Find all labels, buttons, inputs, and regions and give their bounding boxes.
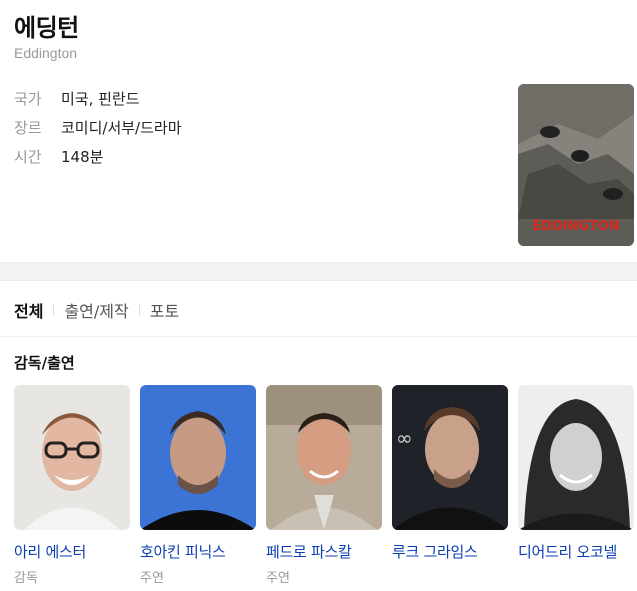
cast-name[interactable]: 루크 그라임스: [392, 541, 508, 562]
cast-role: 주연: [266, 571, 290, 586]
info-value: 코미디/서부/드라마: [61, 119, 182, 137]
movie-original-title: Eddington: [14, 45, 78, 61]
cast-card[interactable]: 아리 에스터 감독: [14, 385, 130, 586]
info-key: 국가: [14, 90, 42, 108]
cast-photo[interactable]: ∞: [392, 385, 508, 530]
cast-photo[interactable]: [14, 385, 130, 530]
section-gap: [0, 262, 637, 281]
tab-divider: [138, 304, 140, 316]
cast-card[interactable]: 디어드리 오코넬: [518, 385, 634, 586]
movie-header: 에딩턴 Eddington 국가 미국, 핀란드 장르 코미디/서부/드라마 시…: [0, 0, 637, 262]
cast-name[interactable]: 페드로 파스칼: [266, 541, 382, 562]
info-value: 미국, 핀란드: [61, 90, 140, 108]
cast-card[interactable]: 호아킨 피닉스 주연: [140, 385, 256, 586]
info-value: 148분: [61, 148, 104, 166]
poster-logo-text: EDDINGTON: [532, 219, 619, 234]
cast-photo[interactable]: [266, 385, 382, 530]
tab-cast-crew[interactable]: 출연/제작: [64, 298, 128, 322]
cast-photo[interactable]: [518, 385, 634, 530]
info-row-genre: 장르 코미디/서부/드라마: [14, 113, 182, 142]
section-title: 감독/출연: [14, 354, 75, 372]
info-key: 시간: [14, 148, 42, 166]
tab-divider: [53, 304, 55, 316]
info-key: 장르: [14, 119, 42, 137]
tab-photos[interactable]: 포토: [150, 298, 179, 322]
info-row-runtime: 시간 148분: [14, 142, 182, 171]
cast-card[interactable]: 페드로 파스칼 주연: [266, 385, 382, 586]
cast-name[interactable]: 디어드리 오코넬: [518, 541, 634, 562]
tab-all[interactable]: 전체: [14, 298, 43, 322]
svg-text:∞: ∞: [396, 426, 413, 450]
cast-photo[interactable]: [140, 385, 256, 530]
cast-name[interactable]: 아리 에스터: [14, 541, 130, 562]
cast-list: 아리 에스터 감독 호아킨 피닉스 주연 페드로 파스칼 주연 ∞ 루크 그라임…: [14, 385, 637, 586]
cast-role: 감독: [14, 571, 38, 586]
cast-card[interactable]: ∞ 루크 그라임스: [392, 385, 508, 586]
tab-bar: 전체 출연/제작 포토: [14, 298, 179, 322]
movie-info: 국가 미국, 핀란드 장르 코미디/서부/드라마 시간 148분: [14, 84, 182, 171]
cast-name[interactable]: 호아킨 피닉스: [140, 541, 256, 562]
info-row-country: 국가 미국, 핀란드: [14, 84, 182, 113]
cast-role: 주연: [140, 571, 164, 586]
movie-poster[interactable]: EDDINGTON: [518, 84, 634, 246]
divider: [0, 336, 637, 337]
movie-title: 에딩턴: [14, 14, 79, 42]
